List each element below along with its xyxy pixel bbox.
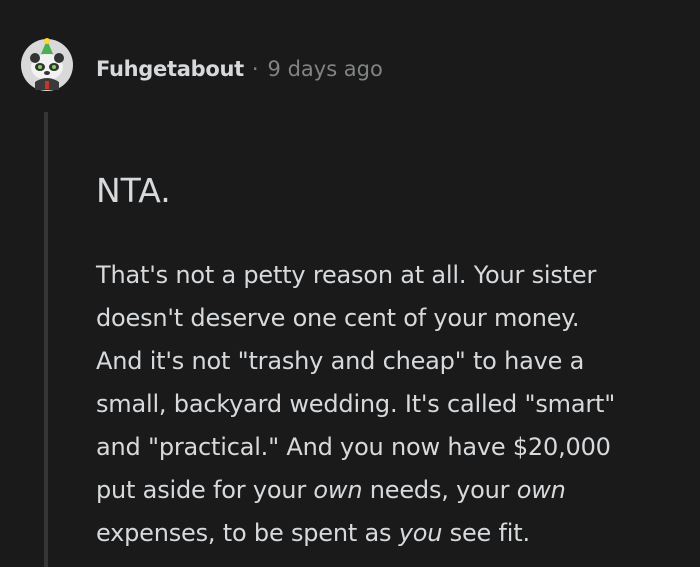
comment-paragraph: That's not a petty reason at all. Your s… bbox=[96, 254, 686, 555]
emphasis-text: own bbox=[313, 476, 363, 504]
user-avatar[interactable] bbox=[20, 38, 74, 92]
comment-line: and "practical." And you now have $20,00… bbox=[96, 433, 611, 461]
panda-avatar-icon bbox=[21, 38, 73, 91]
comment-line: That's not a petty reason at all. Your s… bbox=[96, 261, 597, 289]
line-text: expenses, to be spent as bbox=[96, 519, 399, 547]
comment-body: NTA. That's not a petty reason at all. Y… bbox=[96, 168, 686, 555]
emphasis-text: own bbox=[516, 476, 566, 504]
line-text: put aside for your bbox=[96, 476, 314, 504]
comment-line: And it's not "trashy and cheap" to have … bbox=[96, 347, 585, 375]
line-text: needs, your bbox=[362, 476, 517, 504]
comment-line: small, backyard wedding. It's called "sm… bbox=[96, 390, 616, 418]
line-text: see fit. bbox=[442, 519, 530, 547]
comment: Fuhgetabout · 9 days ago NTA. That's not… bbox=[0, 0, 700, 567]
comment-line: put aside for your own needs, your own bbox=[96, 469, 686, 512]
emphasis-text: you bbox=[398, 519, 443, 547]
comment-meta: Fuhgetabout · 9 days ago bbox=[96, 54, 383, 84]
comment-line: expenses, to be spent as you see fit. bbox=[96, 512, 686, 555]
comment-line: doesn't deserve one cent of your money. bbox=[96, 304, 580, 332]
thread-collapse-line[interactable] bbox=[44, 112, 48, 567]
comment-timestamp[interactable]: 9 days ago bbox=[268, 57, 383, 81]
author-username[interactable]: Fuhgetabout bbox=[96, 57, 244, 81]
comment-heading: NTA. bbox=[96, 171, 171, 210]
meta-separator: · bbox=[251, 57, 259, 81]
